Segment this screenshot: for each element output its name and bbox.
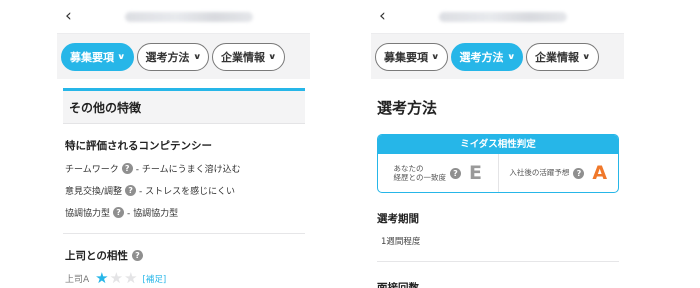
tab-job-requirements[interactable]: 募集要項 ∨ (61, 42, 134, 71)
tab-job-requirements[interactable]: 募集要項 ∨ (375, 42, 448, 71)
blurred-company-name (439, 11, 567, 22)
section-title: その他の特徴 (63, 91, 305, 124)
left-screen: ‹ 募集要項 ∨ 選考方法 ∨ 企業情報 ∨ その他の特徴 特に評価されるコンピテンシ… (57, 0, 310, 288)
selection-period-label: 選考期間 (377, 213, 419, 225)
blurred-company-name (125, 11, 253, 22)
tab-company-info[interactable]: 企業情報 ∨ (212, 42, 285, 71)
star-icon: ★ (124, 269, 139, 287)
divider (63, 233, 305, 234)
tab-bar: 募集要項 ∨ 選考方法 ∨ 企業情報 ∨ (57, 33, 310, 79)
performance-forecast-grade: A (592, 162, 608, 184)
star-icon: ★ (109, 269, 125, 287)
competency-section: 特に評価されるコンピテンシー チームワーク ? - チームにうまく溶け込む 意見… (57, 138, 310, 219)
chevron-down-icon: ∨ (431, 52, 440, 61)
chevron-down-icon: ∨ (506, 52, 515, 61)
competency-detail: - チームにうまく溶け込む (135, 165, 241, 175)
back-chevron-icon[interactable]: ‹ (65, 8, 83, 25)
competency-title: 特に評価されるコンピテンシー (65, 140, 212, 152)
tab-company-info[interactable]: 企業情報 ∨ (526, 42, 599, 71)
question-circle-icon[interactable]: ? (449, 167, 461, 179)
chevron-down-icon: ∨ (117, 52, 126, 61)
chevron-down-icon: ∨ (582, 52, 591, 61)
competency-name: チームワーク (65, 165, 119, 175)
experience-match-grade: E (468, 162, 482, 184)
boss-title-text: 上司との相性 (65, 250, 128, 262)
competency-item: チームワーク ? - チームにうまく溶け込む (65, 162, 310, 175)
midas-header: ミイダス相性判定 (378, 135, 618, 154)
competency-item: 協調協力型 ? - 協調協力型 (65, 206, 310, 219)
question-circle-icon[interactable]: ? (131, 250, 143, 261)
performance-forecast-cell: 入社後の活躍予想 ? A (497, 154, 619, 192)
tab-bar: 募集要項 ∨ 選考方法 ∨ 企業情報 ∨ (371, 33, 624, 79)
top-bar: ‹ (371, 0, 624, 33)
right-screen: ‹ 募集要項 ∨ 選考方法 ∨ 企業情報 ∨ 選考方法 ミイダス相性判定 あなたの 経… (371, 0, 624, 288)
tab-label: 企業情報 (535, 50, 579, 64)
tab-label: 募集要項 (70, 50, 114, 64)
question-circle-icon[interactable]: ? (121, 163, 133, 174)
tab-label: 選考方法 (459, 50, 504, 64)
tab-label: 企業情報 (221, 50, 265, 64)
midas-body: あなたの 経歴との一致度 ? E 入社後の活躍予想 ? A (378, 154, 618, 192)
tab-selection-method[interactable]: 選考方法 ∨ (450, 42, 523, 71)
competency-detail: - 協調協力型 (127, 209, 179, 219)
experience-label-line1: あなたの (393, 163, 424, 173)
experience-match-cell: あなたの 経歴との一致度 ? E (378, 154, 498, 192)
interview-count-label: 面接回数 (377, 282, 419, 288)
tab-label: 選考方法 (145, 50, 190, 64)
star-icon: ★ (95, 269, 110, 287)
midas-compatibility-box: ミイダス相性判定 あなたの 経歴との一致度 ? E 入社後の活躍予想 ? A (377, 134, 619, 193)
selection-period-value: 1週間程度 (381, 237, 421, 247)
back-chevron-icon[interactable]: ‹ (379, 8, 397, 25)
tab-selection-method[interactable]: 選考方法 ∨ (136, 42, 209, 71)
tab-label: 募集要項 (384, 50, 428, 64)
competency-name: 協調協力型 (65, 209, 111, 219)
supplement-link[interactable]: [補足] (143, 273, 167, 285)
boss-compatibility-section: 上司との相性 ? 上司A ★★★ [補足] (57, 248, 310, 286)
chevron-down-icon: ∨ (192, 52, 201, 61)
competency-item: 意見交換/調整 ? - ストレスを感じにくい (65, 184, 310, 197)
boss-compatibility-title: 上司との相性 ? (65, 248, 310, 263)
experience-label-line2: 経歴との一致度 (393, 173, 446, 182)
boss-rating-row: 上司A ★★★ [補足] (65, 271, 310, 286)
question-circle-icon[interactable]: ? (125, 185, 137, 196)
chevron-down-icon: ∨ (268, 52, 277, 61)
boss-label: 上司A (65, 275, 90, 285)
experience-match-label: あなたの 経歴との一致度 (394, 164, 446, 183)
page-title: 選考方法 (377, 99, 438, 117)
performance-forecast-label: 入社後の活躍予想 (509, 168, 570, 178)
top-bar: ‹ (57, 0, 310, 33)
divider (377, 261, 619, 262)
competency-name: 意見交換/調整 (65, 187, 123, 197)
question-circle-icon[interactable]: ? (113, 207, 125, 218)
star-rating: ★★★ (95, 271, 138, 286)
question-circle-icon[interactable]: ? (573, 167, 585, 179)
competency-detail: - ストレスを感じにくい (139, 187, 235, 197)
